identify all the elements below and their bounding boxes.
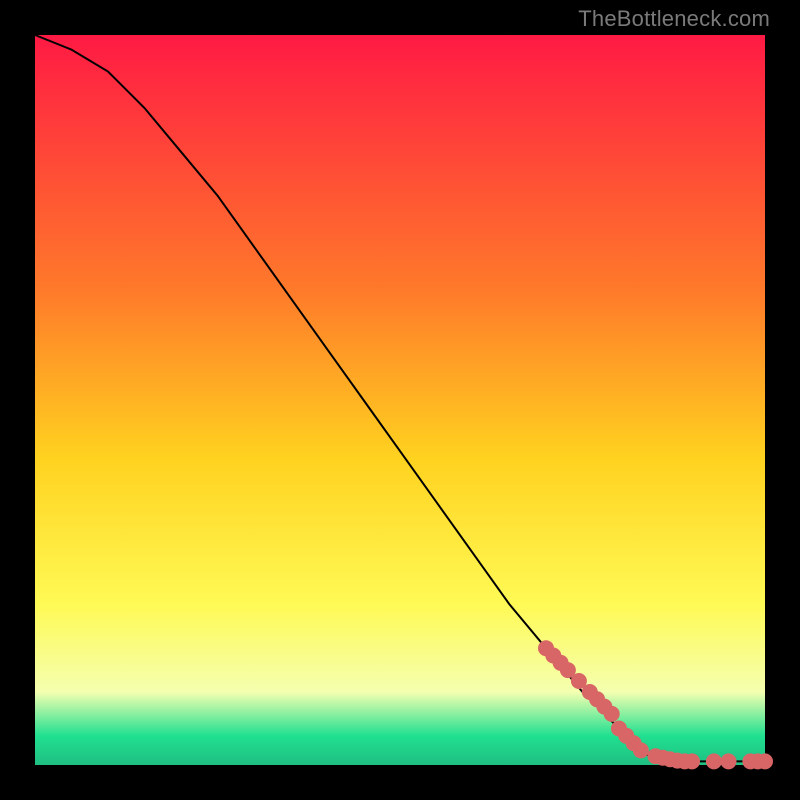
highlight-marker: [706, 753, 722, 769]
highlight-markers: [538, 640, 773, 769]
highlight-marker: [633, 742, 649, 758]
highlight-marker: [757, 753, 773, 769]
highlight-marker: [721, 753, 737, 769]
attribution-text: TheBottleneck.com: [578, 6, 770, 32]
highlight-marker: [684, 753, 700, 769]
highlight-marker: [604, 706, 620, 722]
chart-plot-area: [35, 35, 765, 765]
chart-overlay-svg: [35, 35, 765, 765]
bottleneck-curve: [35, 35, 765, 761]
